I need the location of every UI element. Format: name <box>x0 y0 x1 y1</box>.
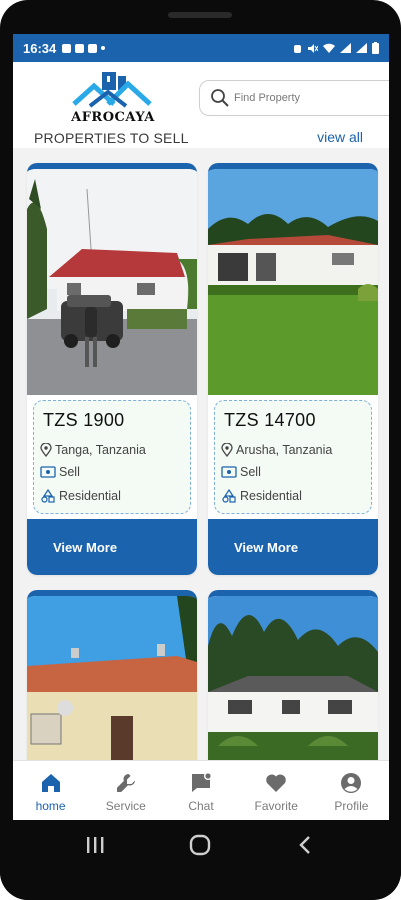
status-time: 16:34 <box>23 40 57 56</box>
logo-text: AFROCAYA <box>71 110 155 125</box>
view-more-button[interactable]: View More <box>27 519 197 575</box>
profile-icon <box>341 773 362 793</box>
money-icon <box>40 466 56 478</box>
section-title: PROPERTIES TO SELL <box>34 130 189 146</box>
heart-icon <box>266 774 286 792</box>
location-row: Arusha, Tanzania <box>221 443 332 457</box>
nav-label: home <box>35 799 66 813</box>
property-card[interactable]: TZS 1900 Tanga, Tanzania Sell Residentia… <box>27 163 197 575</box>
price-label: TZS 1900 <box>43 410 125 430</box>
bottom-navigation: home Service Chat Favorite Profile <box>13 760 389 820</box>
house-logo-icon <box>72 72 152 108</box>
price-label: TZS 14700 <box>224 410 316 430</box>
app-screen: 16:34 AFROCAYA Find Property PROPERTIES … <box>13 34 389 820</box>
checkbox-notification-icon <box>88 43 98 53</box>
recent-apps-icon[interactable] <box>85 836 105 854</box>
chat-icon <box>192 772 212 792</box>
chat-notification-icon <box>75 43 85 53</box>
location-text: Arusha, Tanzania <box>236 443 333 457</box>
nav-item-profile[interactable]: Profile <box>314 761 389 820</box>
card-body: TZS 14700 Arusha, Tanzania Sell Resident… <box>208 395 378 519</box>
property-info-box: TZS 14700 Arusha, Tanzania Sell Resident… <box>214 400 372 514</box>
property-card[interactable] <box>27 590 197 760</box>
wrench-icon <box>116 774 135 792</box>
location-text: Tanga, Tanzania <box>55 443 146 457</box>
mute-icon <box>308 43 318 53</box>
view-more-button[interactable]: View More <box>208 519 378 575</box>
category-text: Residential <box>59 489 121 503</box>
message-icon <box>62 43 72 53</box>
nav-label: Service <box>105 799 146 813</box>
purpose-text: Sell <box>59 465 80 479</box>
afrocaya-logo[interactable]: AFROCAYA <box>68 70 158 126</box>
location-pin-icon <box>221 443 233 457</box>
alarm-icon <box>294 44 301 53</box>
nav-label: Profile <box>334 799 369 813</box>
home-icon <box>41 774 60 792</box>
listings-grid[interactable]: TZS 1900 Tanga, Tanzania Sell Residentia… <box>13 148 389 760</box>
back-chevron-icon[interactable] <box>298 835 312 855</box>
location-row: Tanga, Tanzania <box>40 443 146 457</box>
property-photo[interactable] <box>208 596 378 760</box>
system-navigation-bar <box>0 820 401 900</box>
category-row: Residential <box>40 489 121 503</box>
nav-item-service[interactable]: Service <box>88 761 163 820</box>
earpiece-speaker <box>168 12 232 18</box>
wifi-icon <box>323 43 335 53</box>
app-header: AFROCAYA <box>13 62 389 134</box>
property-photo[interactable] <box>27 169 197 395</box>
money-icon <box>221 466 237 478</box>
notification-icons <box>62 43 106 53</box>
purpose-text: Sell <box>240 465 261 479</box>
system-status-icons <box>293 42 379 54</box>
nav-label: Chat <box>188 799 214 813</box>
category-shapes-icon <box>222 489 236 503</box>
category-shapes-icon <box>41 489 55 503</box>
property-photo[interactable] <box>208 169 378 395</box>
location-pin-icon <box>40 443 52 457</box>
home-circle-icon[interactable] <box>189 834 211 856</box>
section-header: PROPERTIES TO SELL view all <box>13 128 389 146</box>
view-all-link[interactable]: view all <box>317 129 363 145</box>
phone-frame: 16:34 AFROCAYA Find Property PROPERTIES … <box>0 0 401 900</box>
property-photo[interactable] <box>27 596 197 760</box>
property-card[interactable]: TZS 14700 Arusha, Tanzania Sell Resident… <box>208 163 378 575</box>
nav-item-favorite[interactable]: Favorite <box>239 761 314 820</box>
search-input[interactable] <box>234 92 374 104</box>
nav-item-home[interactable]: home <box>13 761 88 820</box>
signal-icon <box>340 43 351 53</box>
category-text: Residential <box>240 489 302 503</box>
card-body: TZS 1900 Tanga, Tanzania Sell Residentia… <box>27 395 197 519</box>
property-card[interactable] <box>208 590 378 760</box>
battery-icon <box>372 42 379 54</box>
search-bar[interactable] <box>199 80 389 116</box>
signal-2-icon <box>356 43 367 53</box>
nav-item-chat[interactable]: Chat <box>163 761 238 820</box>
search-icon <box>211 89 229 107</box>
purpose-row: Sell <box>221 465 261 479</box>
nav-label: Favorite <box>254 799 298 813</box>
category-row: Residential <box>221 489 302 503</box>
status-bar: 16:34 <box>13 34 389 62</box>
purpose-row: Sell <box>40 465 80 479</box>
more-notifications-dot-icon <box>101 46 106 50</box>
property-info-box: TZS 1900 Tanga, Tanzania Sell Residentia… <box>33 400 191 514</box>
